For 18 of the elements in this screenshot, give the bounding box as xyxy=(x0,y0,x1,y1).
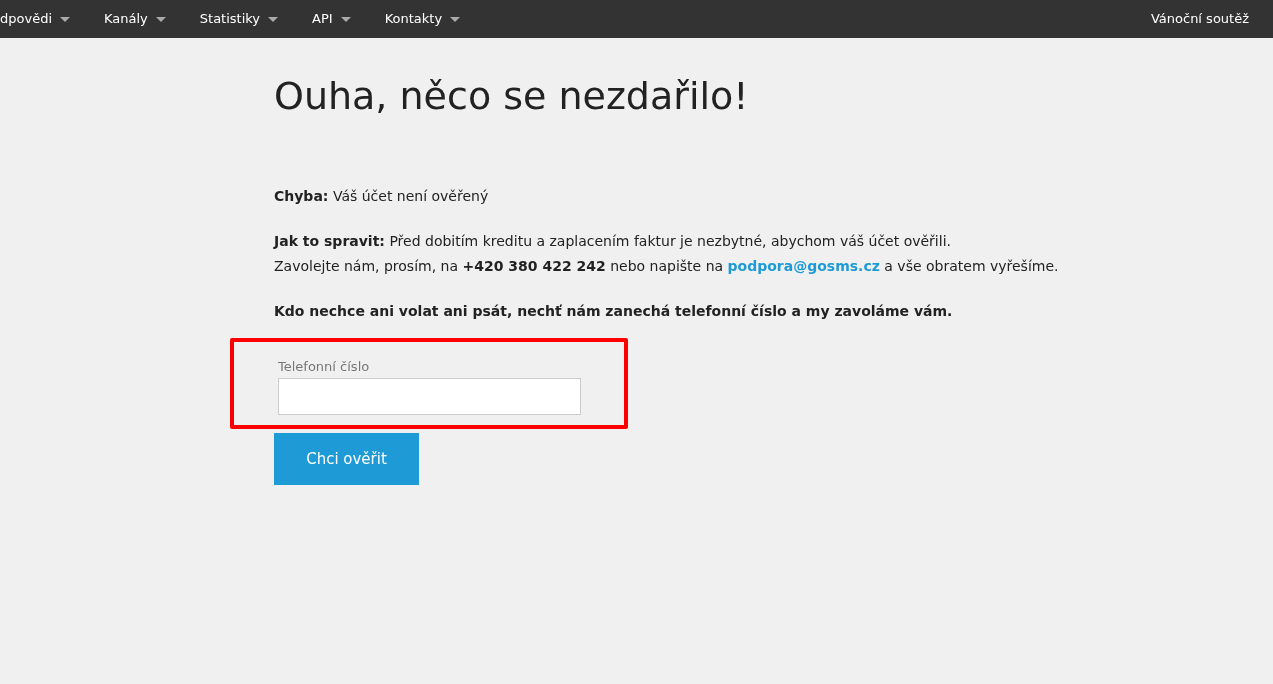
phone-input-field[interactable] xyxy=(278,378,581,416)
caret-icon[interactable] xyxy=(155,16,166,22)
error-message: Chyba: Váš účet není ověřený xyxy=(274,186,490,206)
field-label: Telefonní číslo xyxy=(278,357,370,376)
callback-note: Kdo nechce ani volat ani psát, nechť nám zanechá telefonní číslo a my zavoláme vám. xyxy=(274,301,954,321)
nav-menu-item[interactable]: Statistiky xyxy=(199,9,261,29)
caret-icon[interactable] xyxy=(450,16,461,22)
caret-icon[interactable] xyxy=(340,16,351,22)
nav-menu-item[interactable]: API xyxy=(312,9,333,29)
nav-link[interactable]: Vánoční soutěž xyxy=(1150,9,1249,29)
page-heading: Ouha, něco se nezdařilo! xyxy=(274,74,750,120)
nav-menu-item[interactable]: dpovědi xyxy=(0,9,52,29)
nav-menu-item[interactable]: Kanály xyxy=(104,9,148,29)
caret-icon[interactable] xyxy=(268,16,279,22)
contact-sentence: Zavolejte nám, prosím, na +420 380 422 242 nebo napište na podpora@gosms.cz a vše obratem vyřešíme. xyxy=(274,256,1060,276)
nav-menu-item[interactable]: Kontakty xyxy=(384,9,443,29)
caret-icon[interactable] xyxy=(60,16,70,22)
fix-instruction: Jak to spravit: Před dobitím kreditu a zaplacením faktur je nezbytné, abychom váš účet ověřili. xyxy=(274,231,952,251)
